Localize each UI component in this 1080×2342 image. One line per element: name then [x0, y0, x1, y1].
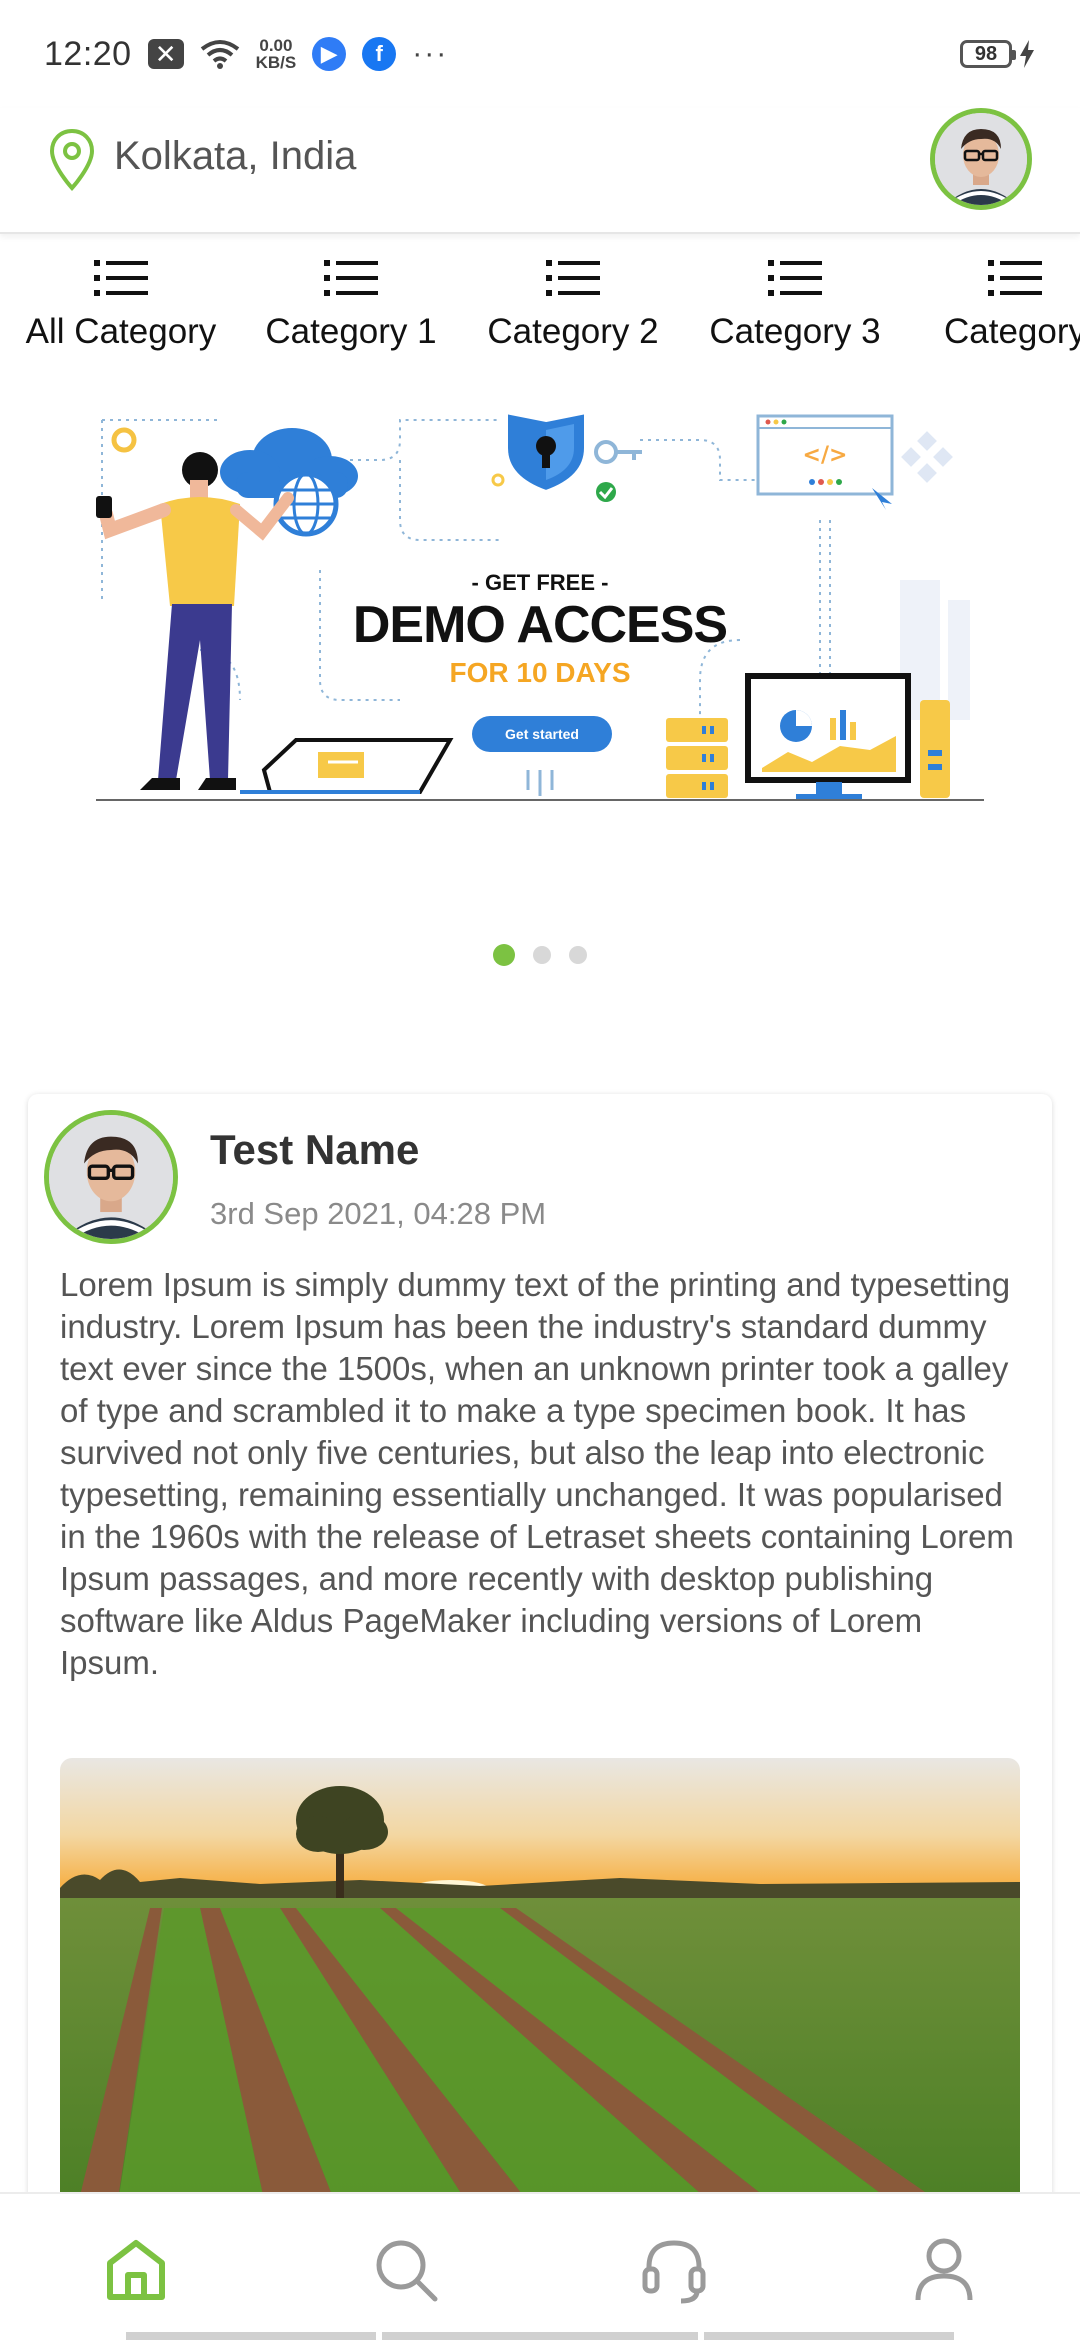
avatar-image — [935, 113, 1027, 205]
banner-headline: DEMO ACCESS — [353, 596, 727, 654]
list-icon — [768, 260, 822, 296]
avatar-image — [49, 1115, 173, 1239]
category-1[interactable]: Category 1 — [256, 258, 446, 352]
get-started-label: Get started — [505, 726, 579, 742]
network-speed-value: 0.00 — [259, 36, 293, 55]
pagination-dot[interactable] — [533, 946, 551, 964]
profile-icon — [915, 2238, 973, 2301]
search-icon — [376, 2240, 438, 2302]
category-label: All Category — [25, 312, 217, 351]
location-pin-icon[interactable] — [48, 128, 96, 192]
post-author-avatar[interactable] — [44, 1110, 178, 1244]
code-tag-text: </> — [803, 443, 848, 468]
pagination-dot-active[interactable] — [493, 944, 515, 966]
gesture-bar — [704, 2332, 954, 2340]
bottom-navigation — [0, 2192, 1080, 2342]
post-body-text: Lorem Ipsum is simply dummy text of the … — [60, 1266, 1014, 1681]
status-time: 12:20 — [44, 34, 132, 73]
banner-subhead: FOR 10 DAYS — [449, 657, 630, 688]
more-notifications-icon: ··· — [412, 37, 449, 70]
get-started-button[interactable]: Get started — [472, 716, 612, 752]
notification-x-icon: ✕ — [147, 39, 184, 69]
category-2[interactable]: Category 2 — [478, 258, 668, 352]
gesture-bar — [382, 2332, 698, 2340]
list-icon — [94, 260, 148, 296]
category-strip: All Category Category 1 Category 2 Categ… — [0, 258, 1080, 368]
category-label: Category — [943, 312, 1080, 351]
facebook-icon: f — [362, 37, 397, 71]
list-icon — [988, 260, 1042, 296]
profile-avatar[interactable] — [930, 108, 1032, 210]
pagination-dot[interactable] — [569, 946, 587, 964]
network-speed-unit: KB/S — [255, 53, 297, 72]
category-label: Category 2 — [487, 312, 659, 351]
post-timestamp: 3rd Sep 2021, 04:28 PM — [210, 1196, 547, 1231]
category-3[interactable]: Category 3 — [700, 258, 890, 352]
wifi-icon — [200, 40, 239, 69]
play-app-icon: ▶ — [312, 37, 347, 71]
battery-icon: 98 — [960, 40, 1016, 68]
location-header: Kolkata, India — [0, 108, 1080, 234]
network-speed: 0.00 KB/S — [256, 37, 297, 71]
promo-banner[interactable]: </> - GET FREE - DEMO ACCESS FOR 10 DAYS… — [40, 400, 1040, 860]
charging-icon — [1020, 40, 1034, 68]
home-icon — [107, 2240, 165, 2300]
category-label: Category 3 — [709, 312, 881, 351]
nav-profile[interactable] — [904, 2230, 984, 2310]
nav-search[interactable] — [366, 2230, 446, 2310]
post-author-name[interactable]: Test Name — [210, 1126, 419, 1174]
gesture-bar — [126, 2332, 376, 2340]
list-icon — [324, 260, 378, 296]
category-label: Category 1 — [265, 312, 437, 351]
list-icon — [546, 260, 600, 296]
category-all[interactable]: All Category — [18, 258, 224, 352]
headset-icon — [642, 2240, 706, 2304]
nav-support[interactable] — [634, 2230, 714, 2310]
banner-illustration: </> - GET FREE - DEMO ACCESS FOR 10 DAYS… — [96, 409, 984, 801]
post-card: Test Name 3rd Sep 2021, 04:28 PM Lorem I… — [28, 1094, 1052, 2294]
location-text[interactable]: Kolkata, India — [114, 134, 356, 179]
banner-pagination — [0, 944, 1080, 966]
status-bar: 12:20 ✕ 0.00 KB/S ▶ f ··· 98 — [0, 0, 1080, 108]
banner-tagline: - GET FREE - — [472, 570, 609, 595]
category-4[interactable]: Category — [920, 258, 1080, 352]
nav-home[interactable] — [96, 2230, 176, 2310]
